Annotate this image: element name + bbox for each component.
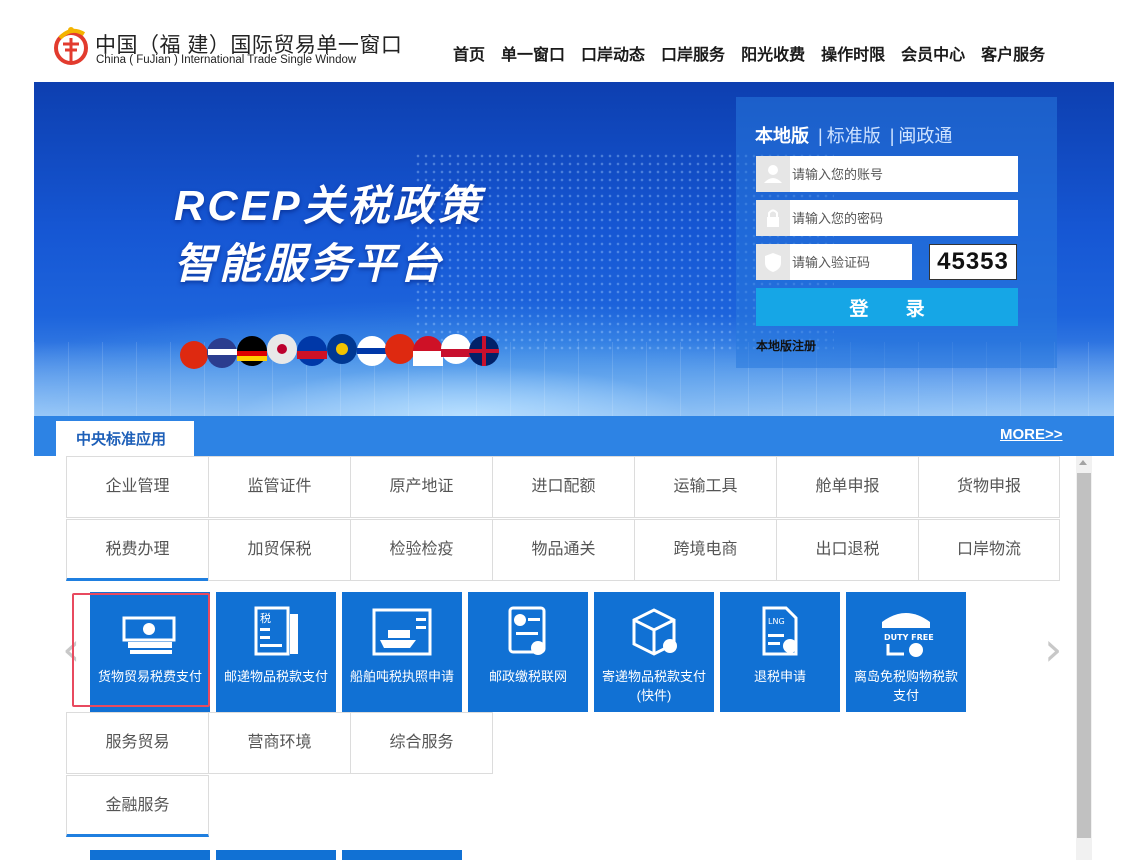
tab-minzhengtong[interactable]: 闽政通 bbox=[898, 126, 952, 146]
password-field bbox=[756, 200, 1018, 236]
tax-card-icon bbox=[508, 606, 546, 655]
svg-text:LNG: LNG bbox=[768, 617, 785, 626]
category-cross-border-ecommerce[interactable]: 跨境电商 bbox=[634, 519, 777, 581]
register-link[interactable]: 本地版注册 bbox=[756, 337, 816, 354]
category-import-quota[interactable]: 进口配额 bbox=[492, 456, 635, 518]
category-inspection-quarantine[interactable]: 检验检疫 bbox=[350, 519, 493, 581]
tab-separator: | bbox=[818, 126, 823, 146]
svg-text:税: 税 bbox=[260, 611, 271, 625]
nav-sunshine-fees[interactable]: 阳光收费 bbox=[741, 41, 805, 65]
nav-port-news[interactable]: 口岸动态 bbox=[581, 41, 645, 65]
category-tax-fees[interactable]: 税费办理 bbox=[66, 519, 209, 581]
captcha-field bbox=[756, 244, 912, 280]
carousel-next-arrow[interactable]: › bbox=[1044, 622, 1062, 676]
tile-partial[interactable] bbox=[90, 850, 210, 860]
tile-express-article-tax-payment[interactable]: 寄递物品税款支付(快件) bbox=[594, 592, 714, 712]
category-processing-bonded[interactable]: 加贸保税 bbox=[208, 519, 351, 581]
package-icon bbox=[632, 608, 677, 656]
category-service-trade[interactable]: 服务贸易 bbox=[66, 712, 209, 774]
tile-partial[interactable] bbox=[216, 850, 336, 860]
nav-home[interactable]: 首页 bbox=[453, 41, 485, 65]
tile-label: 邮政缴税联网 bbox=[488, 669, 567, 684]
tab-separator: | bbox=[889, 126, 895, 146]
login-tabs: 本地版 | 标准版 | 闽政通 bbox=[755, 122, 952, 148]
category-enterprise-management[interactable]: 企业管理 bbox=[66, 456, 209, 518]
ship-icon bbox=[372, 608, 432, 656]
category-manifest[interactable]: 舱单申报 bbox=[776, 456, 919, 518]
tile-label: 退税申请 bbox=[753, 669, 806, 684]
tab-standard-version[interactable]: 标准版 bbox=[827, 126, 881, 146]
login-button[interactable]: 登 录 bbox=[756, 288, 1018, 326]
tile-ship-tonnage-tax-license[interactable]: 船舶吨税执照申请 bbox=[342, 592, 462, 712]
nav-member-center[interactable]: 会员中心 bbox=[901, 41, 965, 65]
category-origin-certificate[interactable]: 原产地证 bbox=[350, 456, 493, 518]
tile-label: 离岛免税购物税款支付 bbox=[853, 669, 958, 703]
tile-postal-tax-network[interactable]: 邮政缴税联网 bbox=[468, 592, 588, 712]
category-regulatory-certificates[interactable]: 监管证件 bbox=[208, 456, 351, 518]
scrollbar-thumb[interactable] bbox=[1077, 473, 1091, 838]
category-port-logistics[interactable]: 口岸物流 bbox=[918, 519, 1060, 581]
category-financial-services[interactable]: 金融服务 bbox=[66, 775, 209, 837]
category-comprehensive-services[interactable]: 综合服务 bbox=[350, 712, 493, 774]
user-icon bbox=[756, 156, 790, 192]
lng-document-icon: LNG bbox=[762, 606, 798, 656]
category-transport[interactable]: 运输工具 bbox=[634, 456, 777, 518]
site-header: 中国（福 建）国际贸易单一窗口 China ( FuJian ) Interna… bbox=[0, 0, 1128, 82]
banner-headline-2: 智能服务平台 bbox=[174, 240, 445, 287]
tile-postal-article-tax-payment[interactable]: 税 邮递物品税款支付 bbox=[216, 592, 336, 712]
nav-customer-service[interactable]: 客户服务 bbox=[981, 41, 1045, 65]
more-link[interactable]: MORE>> bbox=[1000, 426, 1063, 443]
shield-icon bbox=[756, 244, 790, 280]
category-article-clearance[interactable]: 物品通关 bbox=[492, 519, 635, 581]
banner-headline-1: RCEP关税政策 bbox=[174, 182, 483, 229]
tile-island-duty-free-tax-payment[interactable]: DUTY FREE 离岛免税购物税款支付 bbox=[846, 592, 966, 712]
password-input[interactable] bbox=[792, 200, 1012, 236]
category-export-tax-refund[interactable]: 出口退税 bbox=[776, 519, 919, 581]
section-bar bbox=[34, 416, 1114, 456]
account-input[interactable] bbox=[792, 156, 1012, 192]
tile-label: 船舶吨税执照申请 bbox=[349, 669, 454, 684]
tile-label: 邮递物品税款支付 bbox=[223, 669, 328, 684]
nav-single-window[interactable]: 单一窗口 bbox=[501, 41, 565, 65]
tile-label: 寄递物品税款支付(快件) bbox=[601, 669, 706, 703]
tab-local-version[interactable]: 本地版 bbox=[755, 126, 809, 146]
duty-free-shop-icon: DUTY FREE bbox=[882, 613, 934, 657]
category-goods-declaration[interactable]: 货物申报 bbox=[918, 456, 1060, 518]
flags-icon bbox=[180, 334, 499, 369]
category-business-environment[interactable]: 营商环境 bbox=[208, 712, 351, 774]
lock-icon bbox=[756, 200, 790, 236]
main-nav: 首页 单一窗口 口岸动态 口岸服务 阳光收费 操作时限 会员中心 客户服务 bbox=[453, 41, 1061, 65]
nav-operation-time[interactable]: 操作时限 bbox=[821, 41, 885, 65]
captcha-image[interactable]: 45353 bbox=[929, 244, 1017, 280]
nav-port-services[interactable]: 口岸服务 bbox=[661, 41, 725, 65]
login-panel: 本地版 |标准版 |闽政通 45353 登 录 本地版注册 bbox=[736, 97, 1057, 368]
logo-icon[interactable] bbox=[54, 24, 88, 68]
tab-central-standard-apps[interactable]: 中央标准应用 bbox=[56, 421, 194, 456]
captcha-input[interactable] bbox=[792, 244, 910, 280]
scroll-up-arrow[interactable] bbox=[1079, 460, 1087, 465]
account-field bbox=[756, 156, 1018, 192]
svg-text:DUTY FREE: DUTY FREE bbox=[884, 633, 934, 642]
site-subtitle: China ( FuJian ) International Trade Sin… bbox=[96, 54, 357, 66]
selection-highlight bbox=[72, 593, 210, 707]
tile-partial[interactable] bbox=[342, 850, 462, 860]
tax-document-icon: 税 bbox=[254, 606, 298, 656]
tile-tax-refund-application[interactable]: LNG 退税申请 bbox=[720, 592, 840, 712]
